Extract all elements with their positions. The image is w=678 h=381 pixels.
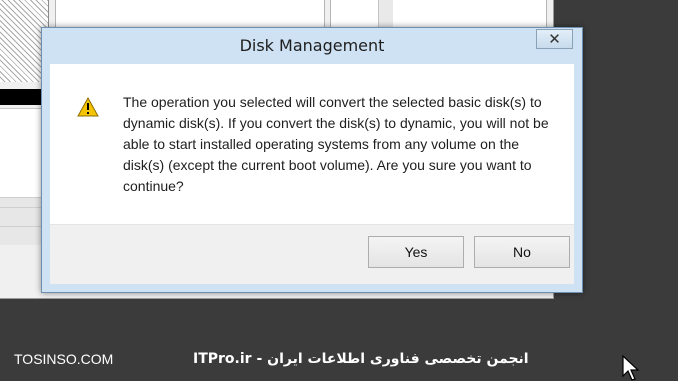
close-button[interactable]: ✕ <box>536 29 573 49</box>
disk-management-dialog: Disk Management ✕ The operation you sele… <box>41 27 583 293</box>
watermark-caption: ITPro.ir - انجمن تخصصی فناوری اطلاعات ای… <box>193 351 529 367</box>
close-icon: ✕ <box>548 30 561 48</box>
dialog-title: Disk Management <box>239 36 385 55</box>
background-scrollbar <box>378 0 393 28</box>
dialog-button-bar: Yes No <box>50 224 574 284</box>
dialog-titlebar[interactable]: Disk Management ✕ <box>42 28 582 64</box>
warning-icon <box>77 97 99 117</box>
mouse-cursor-icon <box>622 355 640 381</box>
background-top-panel <box>55 0 325 28</box>
background-top-panel <box>330 0 547 28</box>
dialog-message: The operation you selected will convert … <box>123 94 549 194</box>
no-button[interactable]: No <box>474 236 570 268</box>
dialog-content: The operation you selected will convert … <box>50 64 574 284</box>
watermark-site-name: TOSINSO.COM <box>14 351 114 367</box>
yes-button[interactable]: Yes <box>368 236 464 268</box>
